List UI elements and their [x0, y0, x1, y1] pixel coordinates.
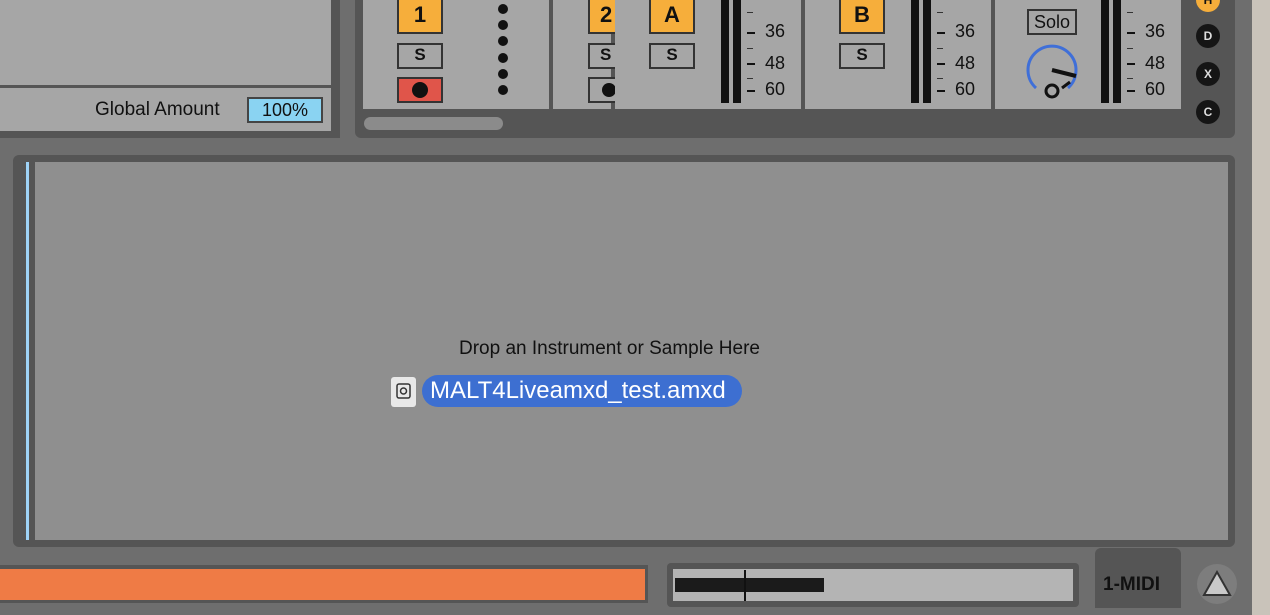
master-meter-right [1113, 0, 1121, 103]
view-toggle-c[interactable]: C [1196, 100, 1220, 124]
drop-hint-text: Drop an Instrument or Sample Here [459, 338, 760, 359]
meter-scale-mark [747, 48, 753, 49]
sends-dot [498, 85, 508, 95]
view-toggle-x[interactable]: X [1196, 62, 1220, 86]
meter-tick-label: 48 [765, 53, 786, 73]
solo-cue-button[interactable]: Solo [1027, 9, 1077, 35]
monitor-button-2[interactable] [588, 77, 618, 103]
monitor-icon [602, 83, 616, 97]
meter-scale-mark [1127, 90, 1135, 92]
meter-scale-mark [937, 63, 945, 65]
meter-scale-mark [1127, 32, 1135, 34]
arm-button-1[interactable] [397, 77, 443, 103]
return-activator-b[interactable]: B [839, 0, 885, 34]
meter-tick-label: 60 [765, 79, 786, 99]
solo-button-1[interactable]: S [397, 43, 443, 69]
overview-region[interactable] [675, 578, 824, 592]
meter-scale-mark [747, 32, 755, 34]
view-toggle-d[interactable]: D [1196, 24, 1220, 48]
mixer-scrollbar[interactable] [364, 117, 503, 130]
headphones-icon [1044, 83, 1060, 99]
selected-track-name: 1-MIDI [1103, 574, 1160, 595]
solo-button-b[interactable]: S [839, 43, 885, 69]
meter-scale-mark [1127, 63, 1135, 65]
meter-scale-mark [747, 90, 755, 92]
sends-dot [498, 4, 508, 14]
master-meter-left [1101, 0, 1109, 103]
cue-volume-knob[interactable] [1022, 42, 1082, 100]
solo-button-a[interactable]: S [649, 43, 695, 69]
meter-tick-label: 36 [955, 21, 976, 41]
level-meter-b-right [923, 0, 931, 103]
file-icon [391, 377, 416, 407]
collapse-view-button[interactable] [1197, 564, 1237, 604]
level-meter-b-left [911, 0, 919, 103]
return-activator-a[interactable]: A [649, 0, 695, 34]
meter-tick-label: 48 [1145, 53, 1166, 73]
macro-area [0, 0, 331, 85]
meter-scale-mark [1127, 48, 1133, 49]
meter-tick-label: 36 [1145, 21, 1166, 41]
meter-scale-mark [1127, 78, 1133, 79]
meter-tick-label: 36 [765, 21, 786, 41]
track-strip-1 [363, 0, 549, 109]
meter-scale-mark [937, 78, 943, 79]
level-meter-a-right [733, 0, 741, 103]
meter-scale-mark [937, 32, 945, 34]
meter-scale-mark [747, 63, 755, 65]
level-meter-a-left [721, 0, 729, 103]
arm-icon [412, 82, 428, 98]
meter-scale-mark [937, 48, 943, 49]
meter-scale-mark [1127, 12, 1133, 13]
sends-dot [498, 36, 508, 46]
meter-scale-mark [747, 78, 753, 79]
device-file-icon [396, 383, 411, 399]
device-divider [29, 162, 35, 540]
track-activator-1[interactable]: 1 [397, 0, 443, 34]
meter-tick-label: 60 [1145, 79, 1166, 99]
meter-tick-label: 48 [955, 53, 976, 73]
window-edge [1252, 0, 1270, 615]
global-amount-field[interactable]: 100% [247, 97, 323, 123]
sends-dot [498, 69, 508, 79]
sends-dot [498, 53, 508, 63]
meter-tick-label: 60 [955, 79, 976, 99]
meter-scale-mark [747, 12, 753, 13]
clip-overview[interactable] [0, 569, 645, 600]
dragged-file-name[interactable]: MALT4Liveamxd_test.amxd [422, 375, 742, 407]
meter-scale-mark [937, 90, 945, 92]
sends-dot [498, 20, 508, 30]
track-activator-2[interactable]: 2 [588, 0, 618, 34]
triangle-up-icon [1202, 569, 1232, 596]
meter-scale-mark [937, 12, 943, 13]
global-amount-label: Global Amount [95, 99, 220, 120]
playhead-marker [744, 570, 746, 601]
solo-button-2[interactable]: S [588, 43, 618, 69]
